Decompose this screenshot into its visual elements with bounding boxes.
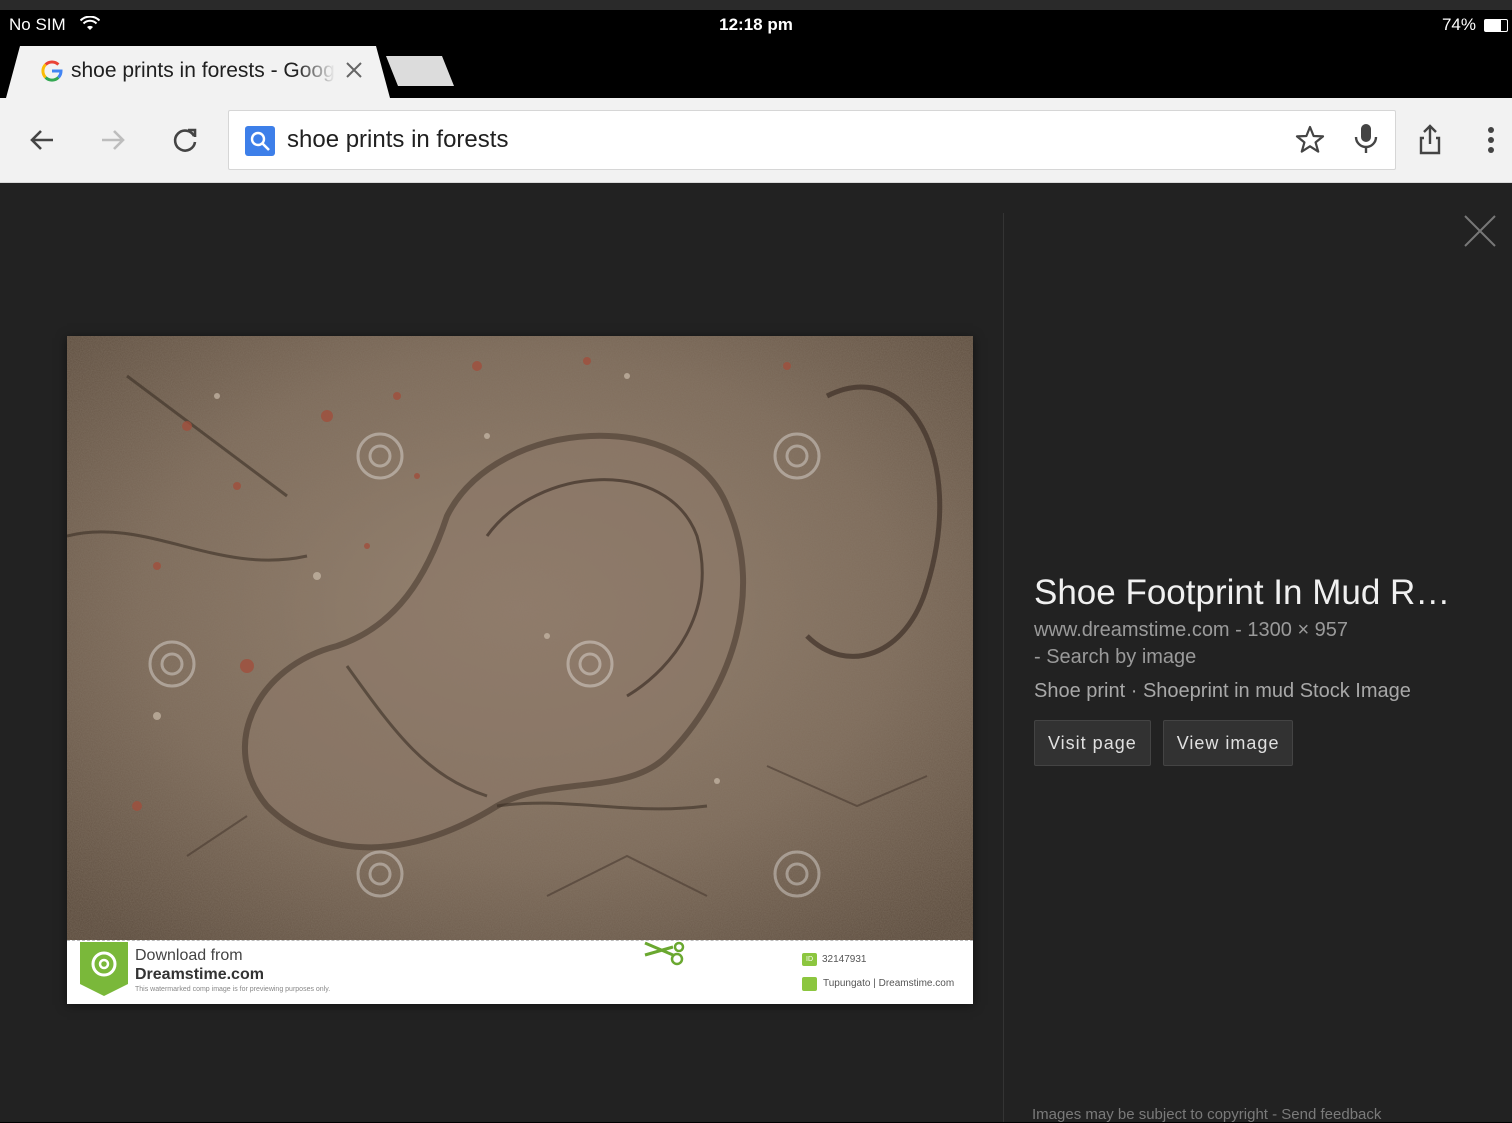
image-title[interactable]: Shoe Footprint In Mud R… (1034, 573, 1474, 613)
dreamstime-logo-icon (80, 942, 128, 996)
footer: Images may be subject to copyright - Sen… (1032, 1106, 1381, 1123)
preview-image[interactable]: Download from Dreamstime.com This waterm… (67, 336, 973, 1004)
view-image-button[interactable]: View image (1162, 720, 1294, 766)
tab-strip: shoe prints in forests - Google Search (0, 44, 1512, 98)
scissors-icon (643, 941, 689, 971)
image-dimensions: 1300 × 957 (1247, 619, 1349, 641)
image-id: 32147931 (822, 954, 867, 965)
microphone-icon[interactable] (1349, 121, 1383, 157)
download-line1: Download from (135, 947, 243, 964)
image-description: Shoe print · Shoeprint in mud Stock Imag… (1034, 680, 1411, 702)
reload-icon[interactable] (165, 120, 205, 160)
new-tab-button[interactable] (386, 56, 454, 86)
footer-separator: - (1267, 1106, 1282, 1123)
share-icon[interactable] (1410, 120, 1450, 160)
watermark-banner: Download from Dreamstime.com This waterm… (67, 940, 973, 1004)
top-strip (0, 0, 1512, 10)
source-domain[interactable]: www.dreamstime.com (1034, 619, 1230, 641)
close-icon[interactable] (1462, 213, 1498, 249)
browser-toolbar: shoe prints in forests (0, 98, 1512, 183)
tab-title: shoe prints in forests - Google Search (71, 59, 336, 82)
battery-icon (1484, 19, 1508, 32)
image-meta: www.dreamstime.com - 1300 × 957 - Search… (1034, 617, 1474, 671)
meta-separator: - (1229, 619, 1248, 641)
forward-arrow-icon[interactable] (93, 120, 133, 160)
download-note: This watermarked comp image is for previ… (135, 986, 331, 993)
battery-percent: 74% (1441, 15, 1476, 34)
tab-close-icon[interactable] (344, 60, 364, 80)
image-credit: Tupungato | Dreamstime.com (823, 978, 955, 989)
bookmark-star-icon[interactable] (1293, 123, 1327, 157)
id-badge: ID (802, 953, 817, 966)
more-menu-icon[interactable] (1472, 120, 1512, 160)
panel-divider (1003, 213, 1004, 1122)
google-g-icon (41, 60, 63, 82)
mud-footprint-photo (67, 336, 973, 942)
search-by-image-link[interactable]: - Search by image (1034, 646, 1196, 668)
copyright-notice: Images may be subject to copyright (1032, 1106, 1268, 1123)
tab-active[interactable]: shoe prints in forests - Google Search (6, 46, 390, 98)
image-viewer-panel: Download from Dreamstime.com This waterm… (0, 183, 1512, 1123)
credit-icon (802, 977, 817, 991)
status-bar: No SIM 12:18 pm 74% (0, 10, 1512, 44)
send-feedback-link[interactable]: Send feedback (1281, 1106, 1381, 1123)
search-icon (245, 126, 275, 156)
omnibox[interactable]: shoe prints in forests (228, 110, 1396, 170)
image-info-panel: Shoe Footprint In Mud R… www.dreamstime.… (1034, 573, 1474, 766)
download-line2: Dreamstime.com (135, 966, 264, 983)
back-arrow-icon[interactable] (22, 120, 62, 160)
clock: 12:18 pm (719, 15, 793, 34)
omnibox-query[interactable]: shoe prints in forests (287, 126, 508, 154)
visit-page-button[interactable]: Visit page (1034, 720, 1151, 766)
